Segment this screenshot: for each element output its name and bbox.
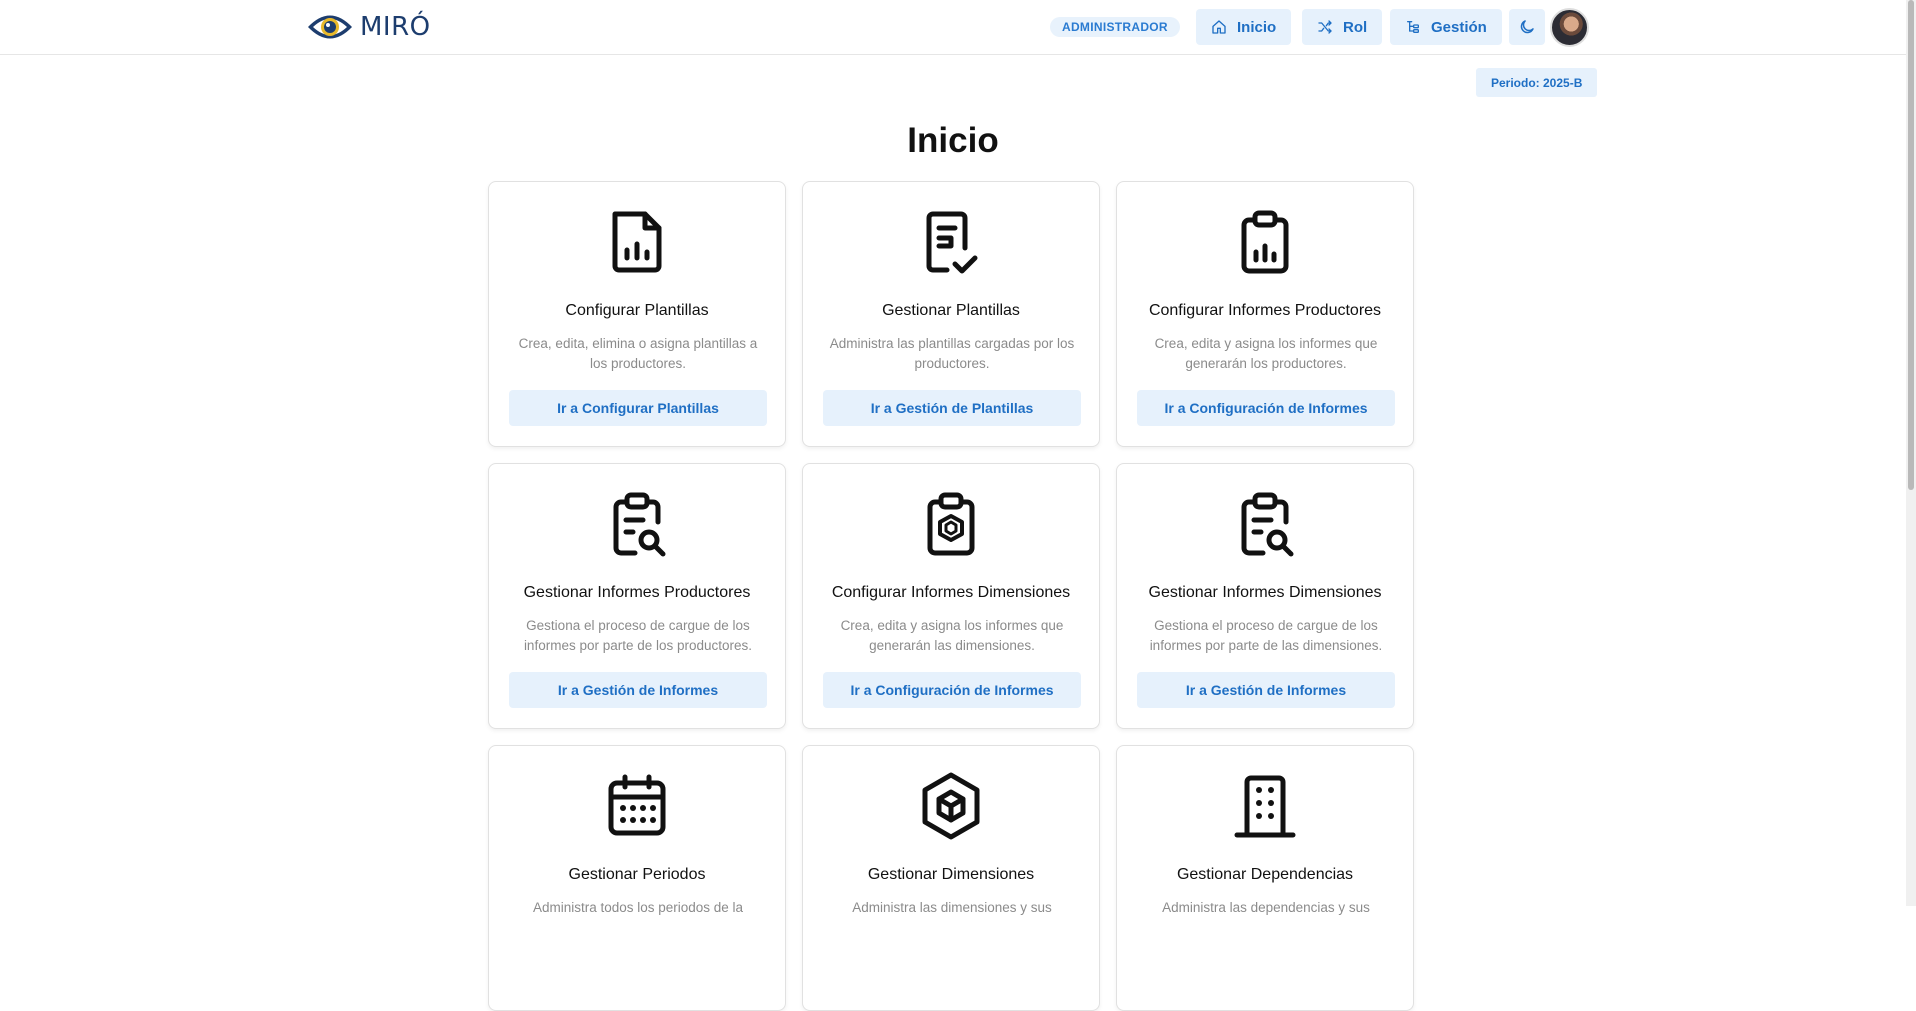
card-description: Crea, edita, elimina o asigna plantillas… [518,336,758,371]
card-description: Administra las dimensiones y sus [852,900,1052,915]
card-description: Crea, edita y asigna los informes que ge… [1154,336,1378,371]
file-check-icon [926,211,978,274]
card-gestionar-informes-productores: Gestionar Informes Productores Gestiona … [488,463,786,729]
card-description: Crea, edita y asigna los informes que ge… [840,618,1064,653]
card-configurar-informes-productores: Configurar Informes Productores Crea, ed… [1116,181,1414,447]
card-title: Gestionar Plantillas [882,302,1020,319]
nav-gestion-label: Gestión [1431,18,1487,36]
nav-inicio-button[interactable]: Inicio [1196,9,1292,45]
period-badge: Periodo: 2025-B [1476,68,1598,97]
clipboard-search-icon [1241,492,1294,557]
card-title: Configurar Informes Productores [1148,302,1382,319]
nav-rol-button[interactable]: Rol [1302,9,1383,45]
building-icon [1234,775,1296,838]
card-gestionar-periodos: Gestionar Periodos Administra todos los … [488,745,786,1011]
card-title: Configurar Informes Dimensiones [831,584,1071,601]
card-configurar-plantillas: Configurar Plantillas Crea, edita, elimi… [488,181,786,447]
page-scrollbar-thumb[interactable] [1908,0,1914,490]
app-logo[interactable]: MIRÓ [306,8,431,46]
cards-grid: Configurar Plantillas Crea, edita, elimi… [488,181,1417,1011]
card-action-button[interactable]: Ir a Gestión de Plantillas [823,390,1081,426]
nav-rol-label: Rol [1343,18,1368,36]
card-title: Gestionar Informes Productores [523,584,751,601]
card-configurar-informes-dimensiones: Configurar Informes Dimensiones Crea, ed… [802,463,1100,729]
card-description: Administra todos los periodos de la [532,900,744,915]
theme-toggle-button[interactable] [1509,9,1545,45]
card-action-button[interactable]: Ir a Gestión de Informes [1137,672,1395,708]
clipboard-search-icon [613,492,666,557]
card-description: Administra las dependencias y sus [1162,900,1370,915]
role-badge: ADMINISTRADOR [1050,17,1180,37]
shuffle-icon [1318,20,1332,34]
top-navbar: MIRÓ ADMINISTRADOR Inicio Rol Gestión [0,0,1906,55]
card-action-button[interactable]: Ir a Configuración de Informes [1137,390,1395,426]
card-action-button[interactable]: Ir a Gestión de Informes [509,672,767,708]
card-gestionar-informes-dimensiones: Gestionar Informes Dimensiones Gestiona … [1116,463,1414,729]
hierarchy-icon [1407,21,1419,33]
cube-icon [922,772,980,840]
card-title: Gestionar Informes Dimensiones [1148,584,1382,601]
logo-text: MIRÓ [360,12,431,42]
clipboard-chart-icon [1241,210,1289,274]
card-gestionar-plantillas: Gestionar Plantillas Administra las plan… [802,181,1100,447]
card-action-button[interactable]: Ir a Configuración de Informes [823,672,1081,708]
card-title: Gestionar Periodos [568,866,706,883]
card-title: Configurar Plantillas [565,302,709,319]
card-description: Gestiona el proceso de cargue de los inf… [523,618,753,653]
card-title: Gestionar Dimensiones [867,866,1035,883]
user-avatar[interactable] [1550,8,1589,47]
page-title: Inicio [907,121,999,160]
clipboard-cube-icon [927,492,975,556]
card-title: Gestionar Dependencias [1176,866,1354,883]
home-icon [1212,20,1226,34]
eye-logo-icon [308,15,352,39]
card-action-button[interactable]: Ir a Configurar Plantillas [509,390,767,426]
card-description: Administra las plantillas cargadas por l… [829,336,1075,371]
nav-gestion-button[interactable]: Gestión [1390,9,1502,45]
card-gestionar-dependencias: Gestionar Dependencias Administra las de… [1116,745,1414,1011]
moon-icon [1520,20,1534,34]
card-gestionar-dimensiones: Gestionar Dimensiones Administra las dim… [802,745,1100,1011]
file-chart-icon [612,211,662,273]
card-description: Gestiona el proceso de cargue de los inf… [1149,618,1383,653]
nav-inicio-label: Inicio [1237,18,1277,36]
calendar-icon [608,774,666,836]
